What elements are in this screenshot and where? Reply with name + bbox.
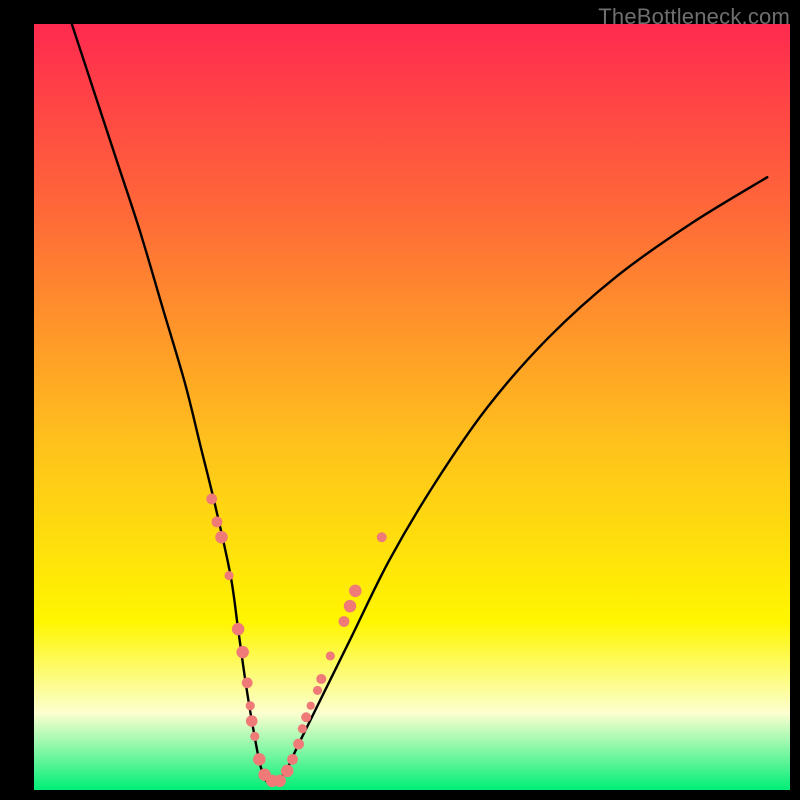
bottleneck-plot — [0, 0, 800, 800]
marker-point — [307, 702, 315, 710]
marker-point — [326, 651, 335, 660]
marker-point — [253, 753, 265, 765]
marker-point — [344, 600, 356, 612]
marker-point — [281, 765, 293, 777]
marker-point — [349, 585, 361, 597]
marker-point — [246, 715, 258, 727]
marker-point — [313, 686, 322, 695]
marker-point — [232, 623, 244, 635]
marker-point — [215, 531, 227, 543]
marker-point — [242, 677, 253, 688]
marker-point — [212, 516, 223, 527]
marker-point — [236, 646, 248, 658]
marker-point — [377, 532, 387, 542]
marker-point — [298, 724, 307, 733]
chart-stage: TheBottleneck.com — [0, 0, 800, 800]
marker-point — [224, 571, 233, 580]
marker-point — [293, 739, 304, 750]
marker-point — [206, 494, 217, 505]
marker-point — [250, 732, 259, 741]
marker-point — [339, 616, 350, 627]
marker-point — [301, 712, 311, 722]
gradient-background — [34, 24, 790, 790]
watermark-text: TheBottleneck.com — [598, 4, 790, 30]
marker-point — [316, 674, 326, 684]
marker-point — [273, 775, 285, 787]
marker-point — [287, 754, 298, 765]
marker-point — [246, 701, 255, 710]
